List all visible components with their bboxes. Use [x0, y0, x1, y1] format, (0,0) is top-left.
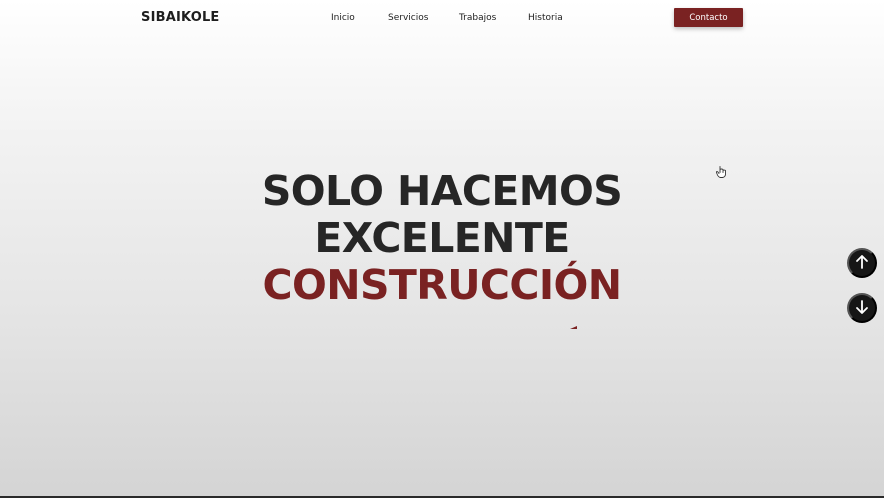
logo[interactable]: SIBAIKOLE: [141, 10, 220, 25]
nav-link-servicios[interactable]: Servicios: [388, 13, 428, 23]
nav-link-historia[interactable]: Historia: [528, 13, 563, 23]
scroll-up-button[interactable]: [847, 248, 877, 278]
arrow-down-icon: [854, 299, 870, 318]
scroll-down-button[interactable]: [847, 293, 877, 323]
hero-line-1: SOLO HACEMOS: [261, 167, 623, 215]
nav-link-trabajos[interactable]: Trabajos: [459, 13, 496, 23]
accent-mark: [570, 326, 577, 329]
hero-line-2: EXCELENTE: [314, 214, 570, 262]
nav-link-inicio[interactable]: Inicio: [331, 13, 355, 23]
contact-button[interactable]: Contacto: [674, 8, 743, 27]
hero-line-3: CONSTRUCCIÓN: [262, 261, 622, 309]
hero-heading: SOLO HACEMOS EXCELENTE CONSTRUCCIÓN: [0, 168, 884, 309]
hand-pointer-icon: [715, 164, 728, 178]
arrow-up-icon: [854, 254, 870, 273]
